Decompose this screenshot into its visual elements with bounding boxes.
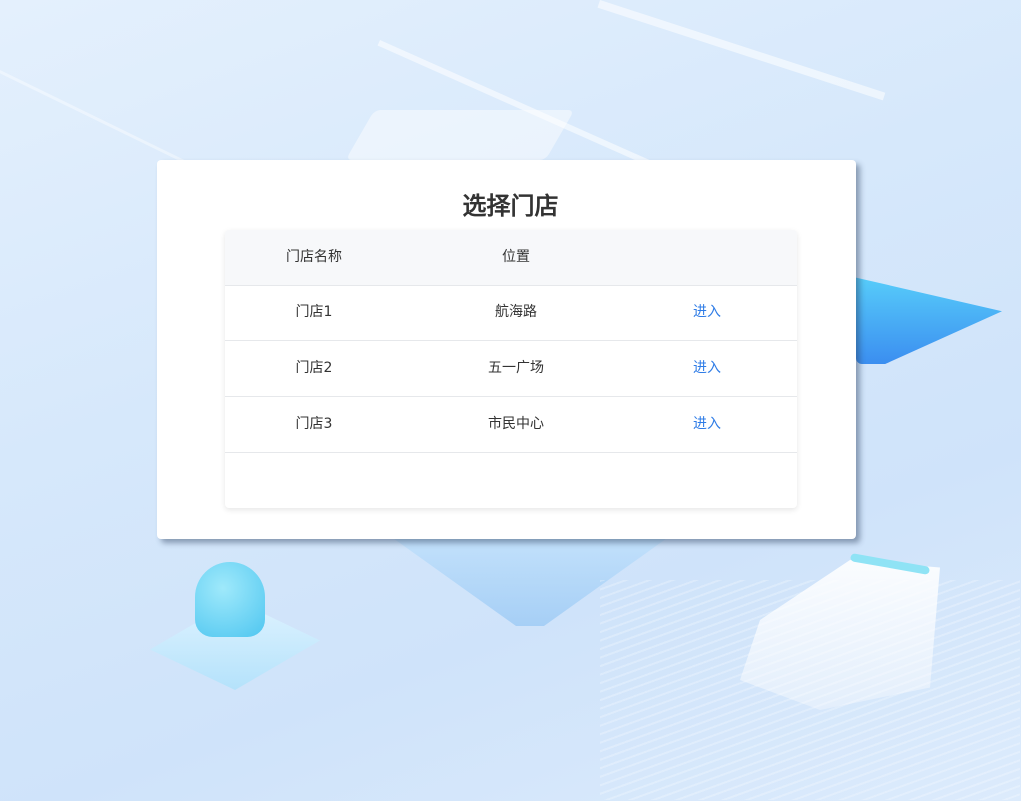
cloud-icon	[195, 562, 265, 637]
page-title: 选择门店	[462, 192, 559, 220]
store-table: 门店名称 位置 门店1 航海路 进入 门店2 五一广场 进入 门店3 市民中心 …	[225, 230, 797, 508]
enter-link[interactable]: 进入	[693, 304, 721, 320]
blue-flag-shape	[856, 277, 1002, 364]
header-location: 位置	[502, 249, 530, 265]
table-row: 门店1 航海路 进入	[225, 285, 797, 341]
store-location: 航海路	[495, 304, 537, 320]
header-store-name: 门店名称	[286, 249, 342, 265]
store-name: 门店3	[295, 416, 333, 432]
enter-link[interactable]: 进入	[693, 360, 721, 376]
store-name: 门店2	[295, 360, 333, 376]
store-location: 五一广场	[488, 360, 544, 376]
table-row: 门店3 市民中心 进入	[225, 397, 797, 453]
store-name: 门店1	[295, 304, 333, 320]
table-header-row: 门店名称 位置	[225, 230, 797, 286]
header-action	[617, 230, 797, 285]
table-row: 门店2 五一广场 进入	[225, 341, 797, 397]
enter-link[interactable]: 进入	[693, 416, 721, 432]
store-location: 市民中心	[488, 416, 544, 432]
